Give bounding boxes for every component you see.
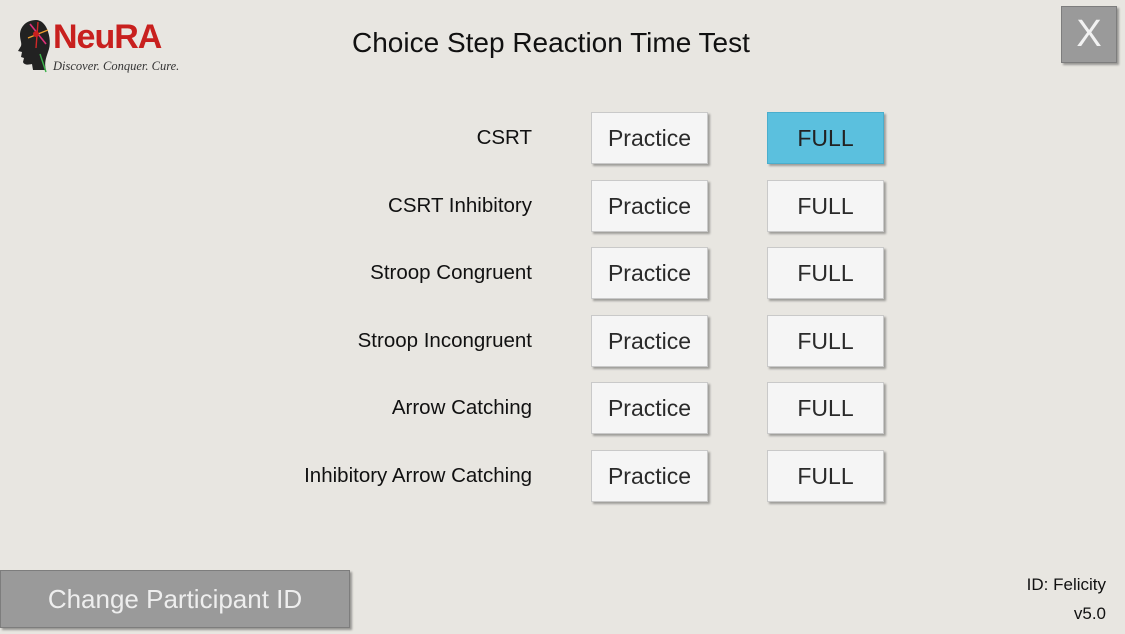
full-button[interactable]: FULL [767,382,884,434]
full-button[interactable]: FULL [767,247,884,299]
page-title: Choice Step Reaction Time Test [352,27,750,58]
test-row-csrt: CSRT Practice FULL [0,112,1125,164]
full-button[interactable]: FULL [767,450,884,502]
test-row-csrt-inhibitory: CSRT Inhibitory Practice FULL [0,180,1125,232]
practice-button[interactable]: Practice [591,112,708,164]
version-label: v5.0 [1073,604,1106,623]
test-label: Inhibitory Arrow Catching [304,464,532,487]
change-participant-id-button[interactable]: Change Participant ID [0,570,350,628]
participant-id: ID: Felicity [1026,575,1106,594]
close-icon: X [1076,13,1102,55]
head-profile-icon [18,20,50,73]
full-button[interactable]: FULL [767,180,884,232]
test-label: Arrow Catching [391,396,532,419]
test-row-stroop-congruent: Stroop Congruent Practice FULL [0,247,1125,299]
logo-wordmark: NeuRA [53,18,162,56]
test-row-stroop-incongruent: Stroop Incongruent Practice FULL [0,315,1125,367]
close-button[interactable]: X [1061,6,1117,63]
full-button[interactable]: FULL [767,315,884,367]
test-label: Stroop Congruent [370,261,532,284]
practice-button[interactable]: Practice [591,382,708,434]
test-label: CSRT Inhibitory [388,194,532,217]
practice-button[interactable]: Practice [591,315,708,367]
practice-button[interactable]: Practice [591,180,708,232]
practice-button[interactable]: Practice [591,450,708,502]
logo-tagline: Discover. Conquer. Cure. [53,59,180,73]
test-label: Stroop Incongruent [357,329,532,352]
practice-button[interactable]: Practice [591,247,708,299]
test-row-arrow-catching: Arrow Catching Practice FULL [0,382,1125,434]
test-label: CSRT [476,126,532,149]
full-button[interactable]: FULL [767,112,884,164]
test-row-inhibitory-arrow-catching: Inhibitory Arrow Catching Practice FULL [0,450,1125,502]
neura-logo: NeuRA Discover. Conquer. Cure. [16,18,196,76]
